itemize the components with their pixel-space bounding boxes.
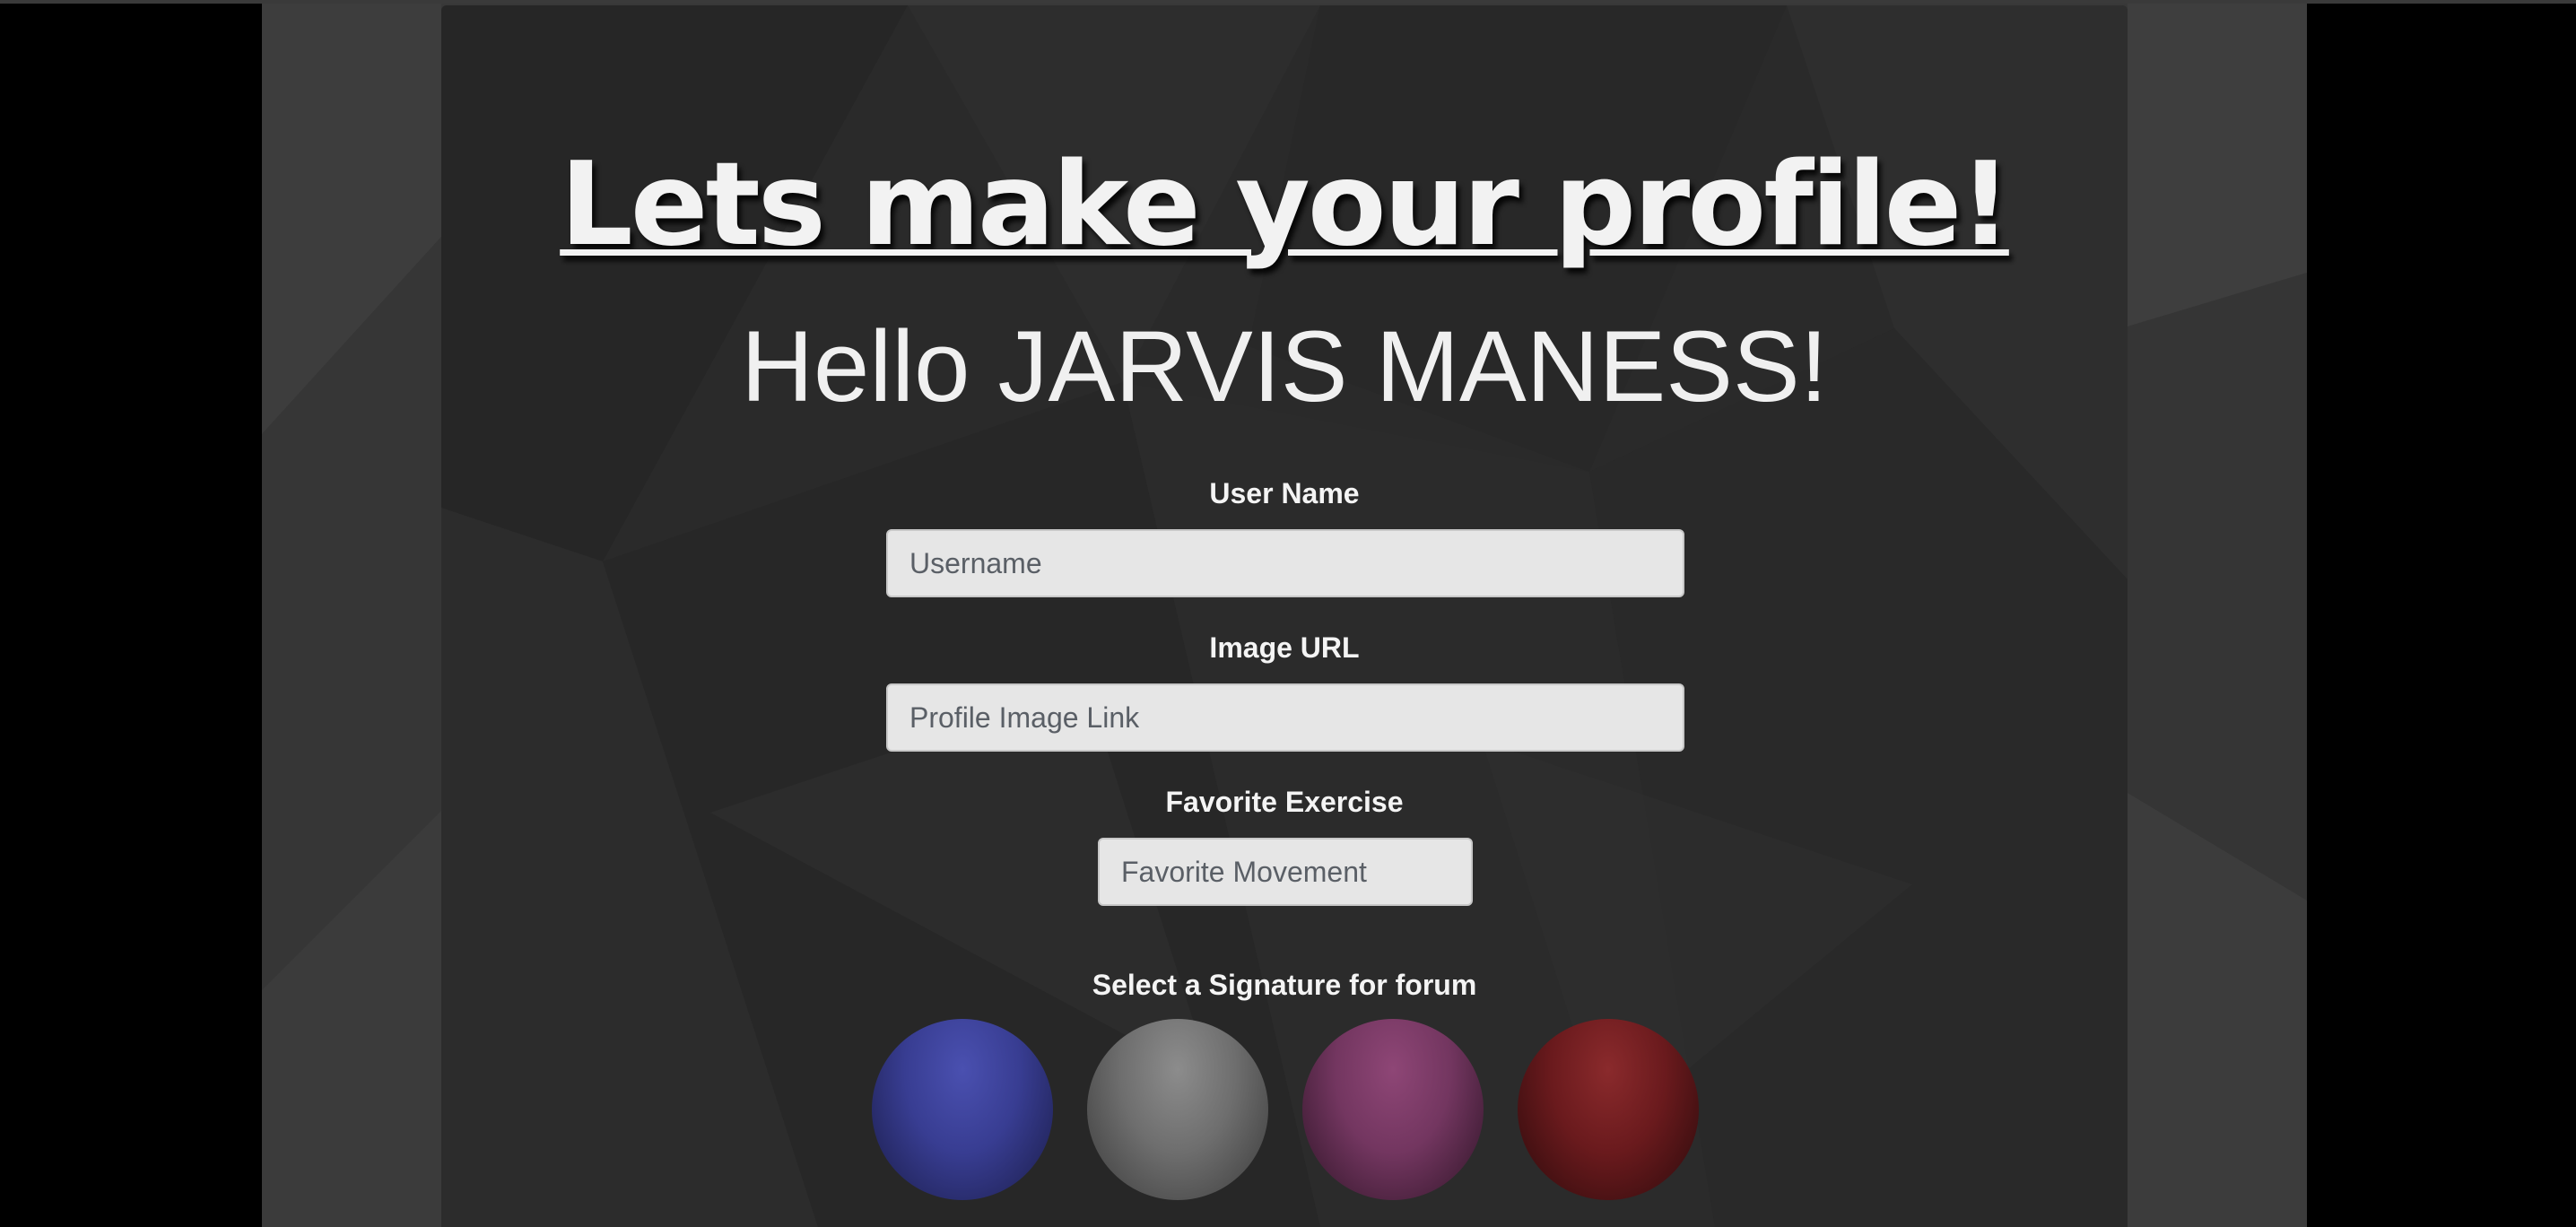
signature-label: Select a Signature for forum — [1092, 969, 1477, 1001]
profile-form: Lets make your profile! Hello JARVIS MAN… — [441, 5, 2128, 1227]
viewport: Lets make your profile! Hello JARVIS MAN… — [0, 0, 2576, 1227]
image-url-label: Image URL — [1209, 631, 1360, 664]
image-url-input[interactable] — [886, 683, 1684, 752]
favorite-exercise-label: Favorite Exercise — [1165, 786, 1404, 818]
greeting-text: Hello JARVIS MANESS! — [741, 310, 1828, 422]
signature-swatch-magenta[interactable] — [1302, 1019, 1484, 1200]
username-label: User Name — [1209, 477, 1360, 509]
username-input[interactable] — [886, 529, 1684, 597]
outer-panel: Lets make your profile! Hello JARVIS MAN… — [262, 4, 2307, 1227]
profile-card: Lets make your profile! Hello JARVIS MAN… — [441, 5, 2128, 1227]
favorite-exercise-input[interactable] — [1098, 838, 1473, 906]
page-title: Lets make your profile! — [560, 138, 2012, 272]
signature-swatch-gray[interactable] — [1087, 1019, 1268, 1200]
signature-swatch-red[interactable] — [1518, 1019, 1699, 1200]
signature-swatch-blue[interactable] — [872, 1019, 1053, 1200]
